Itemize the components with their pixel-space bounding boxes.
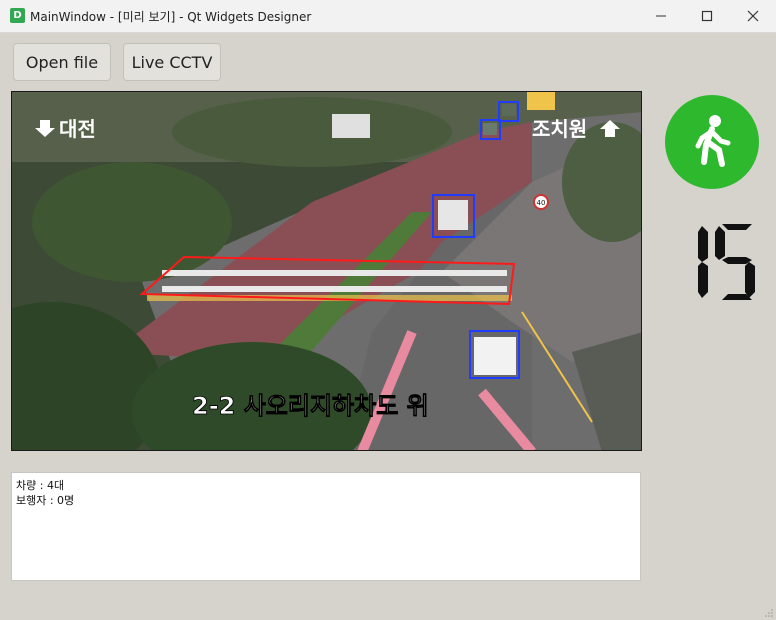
overlay-location-caption: 2-2 사오리지하차도 위	[192, 392, 429, 420]
minimize-icon	[656, 15, 666, 17]
close-button[interactable]	[730, 0, 776, 32]
minimize-button[interactable]	[638, 0, 684, 32]
app-icon: D	[10, 8, 25, 23]
detection-log[interactable]: 차량 : 4대 보행자 : 0명	[11, 472, 641, 581]
segment-c-digit1	[698, 262, 708, 298]
open-file-button[interactable]: Open file	[13, 43, 111, 81]
walking-person-icon	[695, 115, 731, 167]
countdown-lcd	[698, 224, 755, 300]
maximize-button[interactable]	[684, 0, 730, 32]
segment-c-digit2	[745, 262, 755, 298]
speed-sign-number: 40	[537, 199, 546, 207]
segment-b-digit1	[698, 226, 708, 262]
close-icon	[747, 10, 759, 22]
segment-g-digit2	[722, 257, 752, 264]
log-line-pedestrians: 보행자 : 0명	[16, 494, 75, 507]
segment-a-digit2	[722, 224, 752, 230]
pedestrian-signal	[665, 95, 759, 189]
maximize-icon	[701, 10, 713, 22]
live-cctv-button[interactable]: Live CCTV	[123, 43, 221, 81]
overlay-direction-left: 대전	[59, 117, 96, 141]
window-title: MainWindow - [미리 보기] - Qt Widgets Design…	[30, 10, 312, 24]
segment-f-digit2	[715, 226, 725, 260]
resize-grip-icon[interactable]	[764, 608, 774, 618]
overlay-direction-right: 조치원	[532, 117, 587, 141]
title-bar: D MainWindow - [미리 보기] - Qt Widgets Desi…	[0, 0, 776, 33]
log-line-vehicles: 차량 : 4대	[16, 479, 65, 492]
cctv-scene: 40 대전 조치원 2-2 사오리지하차도 위	[12, 92, 641, 450]
cctv-video-frame: 40 대전 조치원 2-2 사오리지하차도 위	[11, 91, 642, 451]
countdown-display: 15	[696, 222, 758, 306]
